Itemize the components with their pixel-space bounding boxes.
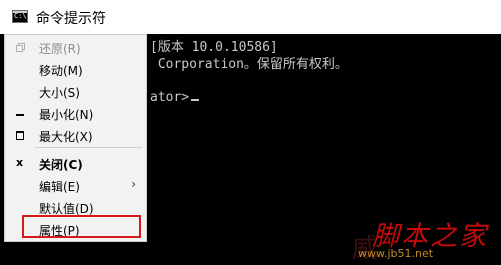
restore-icon: [16, 43, 25, 52]
system-menu: 还原(R) 移动(M) 大小(S) 最小化(N) 最大化(X) x 关闭(C) …: [4, 34, 147, 242]
menu-item-move-label: 移动(M): [39, 64, 83, 78]
minimize-icon: [16, 114, 24, 116]
watermark-url: www.jb51.net: [358, 247, 434, 260]
menu-item-maximize-label: 最大化(X): [39, 130, 93, 144]
maximize-icon: [16, 131, 24, 140]
console-prompt-text: ator>: [150, 90, 190, 105]
menu-item-move[interactable]: 移动(M): [5, 59, 146, 81]
cmd-icon[interactable]: C:\: [12, 10, 28, 23]
properties-highlight-box: [22, 215, 141, 238]
menu-item-minimize[interactable]: 最小化(N): [5, 103, 146, 125]
menu-item-edit[interactable]: 编辑(E) ›: [5, 175, 146, 197]
cmd-icon-glyph: C:\: [14, 12, 27, 20]
console-line-prompt: ator>: [150, 90, 200, 105]
site-watermark: 威 脚本之家 www.jb51.net: [352, 214, 501, 265]
menu-item-minimize-label: 最小化(N): [39, 108, 94, 122]
window-title: 命令提示符: [36, 11, 106, 27]
menu-separator: [35, 147, 142, 148]
menu-item-restore[interactable]: 还原(R): [5, 37, 146, 59]
menu-item-size-label: 大小(S): [39, 86, 80, 100]
menu-item-edit-label: 编辑(E): [39, 180, 80, 194]
menu-item-maximize[interactable]: 最大化(X): [5, 125, 146, 147]
menu-item-close-label: 关闭(C): [39, 158, 83, 172]
title-bar: C:\ 命令提示符: [0, 0, 501, 34]
console-line-copyright: Corporation。保留所有权利。: [150, 57, 348, 72]
chevron-right-icon: ›: [131, 177, 136, 191]
close-icon: x: [16, 156, 24, 169]
menu-item-close[interactable]: x 关闭(C): [5, 153, 146, 175]
menu-item-restore-label: 还原(R): [39, 42, 81, 56]
text-cursor: [191, 99, 200, 101]
menu-item-size[interactable]: 大小(S): [5, 81, 146, 103]
